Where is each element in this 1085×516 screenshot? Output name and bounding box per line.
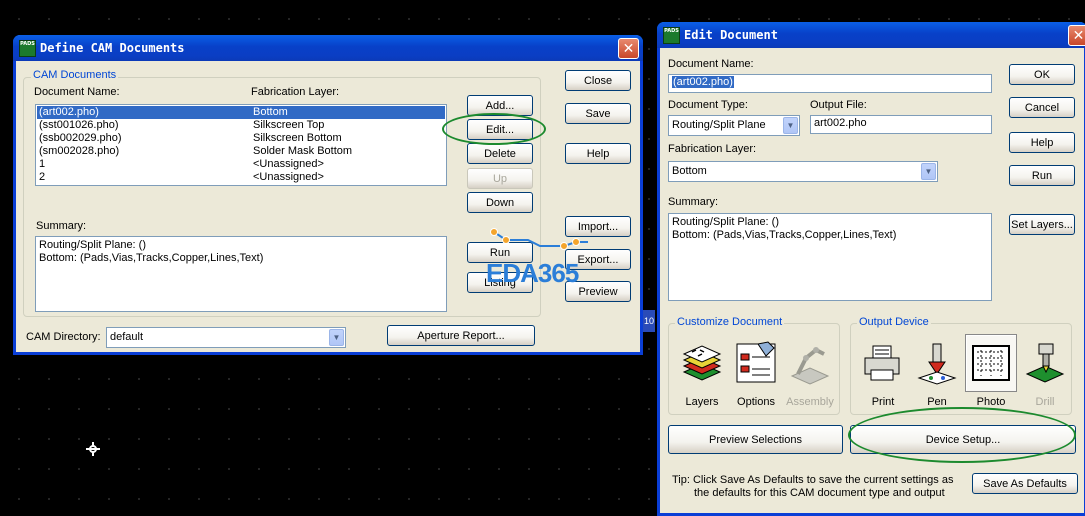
edit-document-window: PADS Edit Document ✕ Document Name: (art… <box>657 22 1085 516</box>
cam-directory-value: default <box>110 331 144 343</box>
drill-label: Drill <box>1035 396 1055 408</box>
fabrication-layer-cell: Bottom <box>253 106 288 118</box>
preview-selections-button[interactable]: Preview Selections <box>668 425 843 454</box>
column-header-document-name: Document Name: <box>34 86 120 98</box>
save-as-defaults-button[interactable]: Save As Defaults <box>972 473 1078 494</box>
document-name-cell: (sst001026.pho) <box>39 119 119 131</box>
fabrication-layer-cell: Silkscreen Bottom <box>253 132 342 144</box>
output-device-label: Output Device <box>857 316 931 328</box>
delete-button[interactable]: Delete <box>467 143 533 164</box>
table-row[interactable]: 2 <Unassigned> <box>37 171 445 184</box>
column-header-fabrication-layer: Fabrication Layer: <box>251 86 340 98</box>
save-button[interactable]: Save <box>565 103 631 124</box>
cam-directory-label: CAM Directory: <box>26 331 101 343</box>
window-title: Edit Document <box>684 28 778 42</box>
pen-label: Pen <box>927 396 947 408</box>
ok-button[interactable]: OK <box>1009 64 1075 85</box>
summary-label: Summary: <box>668 196 719 208</box>
fabrication-layer-cell: Silkscreen Top <box>253 119 325 131</box>
document-name-cell: 1 <box>39 158 46 170</box>
edit-button[interactable]: Edit... <box>467 119 533 140</box>
crosshair-cursor-icon <box>86 442 100 456</box>
tip-line-2: the defaults for this CAM document type … <box>694 487 945 499</box>
table-row[interactable]: (sst001026.pho) Silkscreen Top <box>37 119 445 132</box>
pads-app-icon: PADS <box>19 39 36 57</box>
pads-app-icon: PADS <box>663 26 680 44</box>
options-label: Options <box>737 396 775 408</box>
chevron-down-icon[interactable]: ▼ <box>783 117 798 134</box>
print-label: Print <box>871 396 895 408</box>
table-row[interactable]: (sm002028.pho) Solder Mask Bottom <box>37 145 445 158</box>
device-setup-button[interactable]: Device Setup... <box>850 425 1076 454</box>
document-name-label: Document Name: <box>668 58 754 70</box>
document-name-cell: (art002.pho) <box>39 106 99 118</box>
define-cam-titlebar[interactable]: PADS Define CAM Documents ✕ <box>13 35 643 61</box>
pen-plotter-icon <box>917 343 957 385</box>
up-button[interactable]: Up <box>467 168 533 189</box>
layers-icon <box>682 345 722 381</box>
add-button[interactable]: Add... <box>467 95 533 116</box>
fabrication-layer-cell: Solder Mask Bottom <box>253 145 353 157</box>
cam-document-list[interactable]: (art002.pho) Bottom (sst001026.pho) Silkscr… <box>35 104 447 186</box>
layers-button[interactable] <box>676 334 728 392</box>
output-file-label: Output File: <box>810 99 867 111</box>
close-window-button[interactable]: ✕ <box>618 38 639 59</box>
printer-icon <box>864 345 900 381</box>
chevron-down-icon[interactable]: ▼ <box>921 163 936 180</box>
eda365-logo-icon <box>490 228 588 250</box>
document-name-cell: 2 <box>39 171 46 183</box>
options-icon <box>736 341 776 383</box>
photoplotter-icon <box>972 345 1010 381</box>
drill-icon <box>1025 343 1065 383</box>
eda365-watermark: EDA365 <box>486 258 579 288</box>
fabrication-layer-value: Bottom <box>672 165 707 177</box>
summary-textbox[interactable]: Routing/Split Plane: () Bottom: (Pads,Vi… <box>35 236 447 312</box>
document-type-dropdown[interactable]: Routing/Split Plane ▼ <box>668 115 800 136</box>
define-cam-documents-window: PADS Define CAM Documents ✕ CAM Document… <box>13 35 643 355</box>
cancel-button[interactable]: Cancel <box>1009 97 1075 118</box>
summary-textbox[interactable]: Routing/Split Plane: () Bottom: (Pads,Vi… <box>668 213 992 301</box>
cam-directory-dropdown[interactable]: default ▼ <box>106 327 346 348</box>
side-marker: 10 <box>643 310 655 332</box>
document-type-label: Document Type: <box>668 99 748 111</box>
fabrication-layer-dropdown[interactable]: Bottom ▼ <box>668 161 938 182</box>
edit-document-titlebar[interactable]: PADS Edit Document ✕ <box>657 22 1085 48</box>
photo-label: Photo <box>976 396 1006 408</box>
summary-label: Summary: <box>36 220 87 232</box>
assembly-label: Assembly <box>786 396 834 408</box>
fabrication-layer-cell: <Unassigned> <box>253 171 324 183</box>
cam-documents-group-label: CAM Documents <box>31 69 119 81</box>
print-device-button[interactable] <box>857 334 909 392</box>
help-button[interactable]: Help <box>1009 132 1075 153</box>
options-button[interactable] <box>730 334 782 392</box>
aperture-report-button[interactable]: Aperture Report... <box>387 325 535 346</box>
set-layers-button[interactable]: Set Layers... <box>1009 214 1075 235</box>
layers-label: Layers <box>685 396 719 408</box>
document-name-cell: (sm002028.pho) <box>39 145 120 157</box>
table-row[interactable]: 1 <Unassigned> <box>37 158 445 171</box>
table-row[interactable]: (ssb002029.pho) Silkscreen Bottom <box>37 132 445 145</box>
tip-line-1: Tip: Click Save As Defaults to save the … <box>672 474 954 486</box>
run-button[interactable]: Run <box>1009 165 1075 186</box>
close-window-button[interactable]: ✕ <box>1068 25 1085 46</box>
chevron-down-icon[interactable]: ▼ <box>329 329 344 346</box>
assembly-icon <box>790 347 830 385</box>
output-file-input[interactable]: art002.pho <box>810 115 992 134</box>
assembly-button <box>784 334 836 392</box>
table-row[interactable]: (art002.pho) Bottom <box>37 106 445 119</box>
close-button[interactable]: Close <box>565 70 631 91</box>
pen-device-button[interactable] <box>911 334 963 392</box>
drill-device-button[interactable] <box>1019 334 1071 392</box>
fabrication-layer-label: Fabrication Layer: <box>668 143 757 155</box>
down-button[interactable]: Down <box>467 192 533 213</box>
fabrication-layer-cell: <Unassigned> <box>253 158 324 170</box>
customize-document-label: Customize Document <box>675 316 785 328</box>
photo-device-button[interactable] <box>965 334 1017 392</box>
document-name-cell: (ssb002029.pho) <box>39 132 122 144</box>
document-name-input[interactable]: (art002.pho) <box>668 74 992 93</box>
desktop-background: { "define_cam": { "title": "Define CAM D… <box>0 0 1085 516</box>
window-title: Define CAM Documents <box>40 41 185 55</box>
help-button[interactable]: Help <box>565 143 631 164</box>
document-type-value: Routing/Split Plane <box>672 119 766 131</box>
